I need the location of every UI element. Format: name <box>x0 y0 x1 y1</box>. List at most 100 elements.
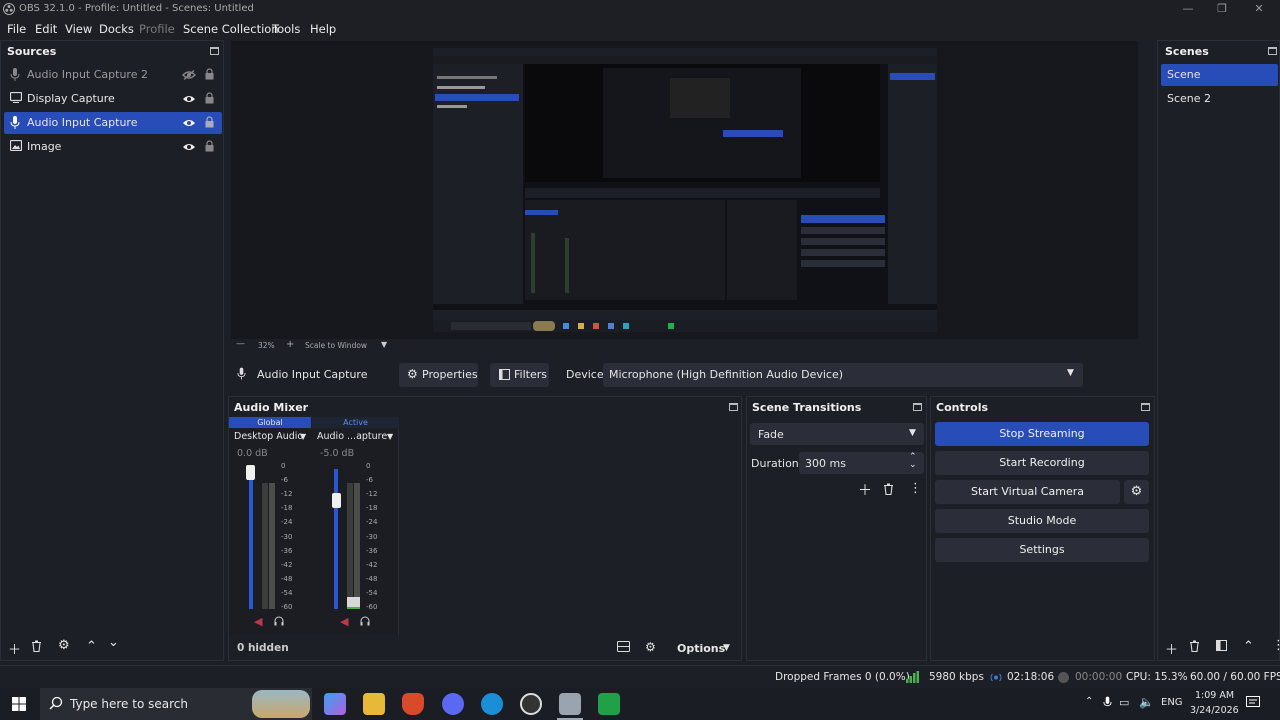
tray-chevron-icon[interactable]: ⌃ <box>1085 696 1093 707</box>
volume-icon[interactable]: 🔈 <box>1139 695 1154 709</box>
eye-icon[interactable] <box>182 94 196 104</box>
source-item[interactable]: Audio Input Capture <box>4 112 222 134</box>
edge-browser-icon[interactable] <box>481 693 503 715</box>
more-icon[interactable]: ⋮ <box>909 481 922 496</box>
menu-scene-collection[interactable]: Scene Collection <box>183 22 279 36</box>
language-indicator[interactable]: ENG <box>1161 697 1183 708</box>
maximize-icon[interactable]: ❐ <box>1212 2 1232 15</box>
chevron-down-icon[interactable]: ▼ <box>381 340 387 349</box>
start-recording-button[interactable]: Start Recording <box>935 451 1149 475</box>
chevron-down-icon[interactable]: ▼ <box>300 432 306 441</box>
notifications-icon[interactable] <box>1246 696 1260 709</box>
scene-item[interactable]: Scene 2 <box>1161 88 1278 110</box>
db-scale: 0 -6 -12 -18 -24 -30 -36 -42 -48 -54 -60 <box>281 462 297 612</box>
taskbar-search[interactable]: Type here to search <box>40 688 312 720</box>
undock-icon[interactable] <box>1141 403 1150 411</box>
settings-button[interactable]: Settings <box>935 538 1149 562</box>
copilot-icon[interactable] <box>324 693 346 715</box>
source-item[interactable]: Image <box>4 136 222 158</box>
move-up-icon[interactable]: ⌃ <box>1243 639 1254 654</box>
stop-streaming-button[interactable]: Stop Streaming <box>935 422 1149 446</box>
tab-global[interactable]: Global <box>229 417 311 428</box>
minimize-icon[interactable]: — <box>1178 2 1198 15</box>
trash-icon[interactable] <box>31 640 42 652</box>
volume-fader-track[interactable] <box>334 469 338 609</box>
menu-help[interactable]: Help <box>310 22 336 36</box>
menu-view[interactable]: View <box>65 22 92 36</box>
move-up-icon[interactable]: ⌃ <box>86 639 97 654</box>
windows-start-icon[interactable] <box>12 697 26 711</box>
layout-toggle-icon[interactable] <box>617 641 630 652</box>
speaker-muted-icon[interactable]: ◀ <box>254 615 262 628</box>
filters-button[interactable]: Filters <box>490 363 549 387</box>
transition-select[interactable]: Fade ▼ <box>750 423 924 445</box>
volume-fader-handle[interactable] <box>246 465 255 480</box>
undock-icon[interactable] <box>210 47 219 55</box>
decrement-icon[interactable]: ⌄ <box>909 460 917 470</box>
lock-icon[interactable] <box>205 140 214 152</box>
virtual-camera-settings-icon[interactable]: ⚙ <box>1124 480 1149 504</box>
menu-profile[interactable]: Profile <box>139 22 175 36</box>
network-icon[interactable]: ▭ <box>1119 696 1129 709</box>
db-scale-tick: -60 <box>366 603 378 611</box>
chevron-down-icon[interactable]: ▼ <box>723 643 730 653</box>
clock-date[interactable]: 3/24/2026 <box>1190 705 1239 716</box>
scene-filter-icon[interactable] <box>1216 640 1227 651</box>
scene-label: Scene 2 <box>1167 92 1212 105</box>
menu-edit[interactable]: Edit <box>35 22 57 36</box>
brave-browser-icon[interactable] <box>402 693 424 715</box>
volume-fader-track[interactable] <box>249 469 253 609</box>
start-virtual-camera-button[interactable]: Start Virtual Camera <box>935 480 1120 504</box>
green-app-icon[interactable] <box>598 693 620 715</box>
move-down-icon[interactable]: ⌄ <box>108 635 119 650</box>
zoom-in-icon[interactable]: + <box>286 339 294 350</box>
scene-item-selected[interactable]: Scene <box>1161 64 1278 86</box>
gear-icon[interactable]: ⚙ <box>58 638 70 653</box>
clock-time[interactable]: 1:09 AM <box>1195 690 1234 701</box>
preview-canvas[interactable] <box>433 48 937 332</box>
eye-hidden-icon[interactable] <box>182 70 196 80</box>
chrome-profile-icon[interactable] <box>442 693 464 715</box>
menu-tools[interactable]: Tools <box>272 22 300 36</box>
headphones-icon[interactable] <box>274 616 284 626</box>
lock-icon[interactable] <box>205 92 214 104</box>
volume-fader-handle[interactable] <box>332 493 341 508</box>
speaker-muted-icon[interactable]: ◀ <box>340 615 348 628</box>
trash-icon[interactable] <box>883 483 894 495</box>
source-item[interactable]: Audio Input Capture 2 <box>4 64 222 86</box>
menu-file[interactable]: File <box>7 22 26 36</box>
lock-icon[interactable] <box>205 116 214 128</box>
properties-button[interactable]: ⚙ Properties <box>399 363 478 387</box>
app-window-icon[interactable] <box>559 693 581 715</box>
headphones-icon[interactable] <box>360 616 370 626</box>
db-scale-tick: -48 <box>366 574 378 583</box>
close-icon[interactable]: ✕ <box>1249 2 1269 15</box>
channel-name[interactable]: Desktop Audio <box>234 431 303 442</box>
advanced-audio-icon[interactable]: ⚙ <box>645 640 656 654</box>
source-item[interactable]: Display Capture <box>4 88 222 110</box>
undock-icon[interactable] <box>913 403 922 411</box>
zoom-out-icon[interactable]: — <box>236 339 245 349</box>
tray-microphone-icon[interactable] <box>1103 696 1112 709</box>
add-transition-icon[interactable]: ＋ <box>858 480 872 500</box>
add-scene-icon[interactable]: ＋ <box>1165 639 1178 658</box>
chevron-down-icon[interactable]: ▼ <box>387 432 393 441</box>
channel-name[interactable]: Audio ...apture <box>317 431 387 442</box>
eye-icon[interactable] <box>182 118 196 128</box>
obs-taskbar-icon[interactable] <box>520 693 542 715</box>
studio-mode-button[interactable]: Studio Mode <box>935 509 1149 533</box>
lock-icon[interactable] <box>205 68 214 80</box>
device-select[interactable]: Microphone (High Definition Audio Device… <box>603 363 1083 387</box>
options-button[interactable]: Options <box>677 642 725 655</box>
undock-icon[interactable] <box>729 403 738 411</box>
tab-active[interactable]: Active <box>312 417 399 428</box>
scale-mode[interactable]: Scale to Window <box>305 341 367 350</box>
eye-icon[interactable] <box>182 142 196 152</box>
menu-docks[interactable]: Docks <box>99 22 134 36</box>
duration-spinbox[interactable]: 300 ms ⌃ ⌄ <box>799 452 924 474</box>
file-explorer-icon[interactable] <box>363 693 385 715</box>
more-icon[interactable]: ⋮ <box>1272 638 1280 653</box>
trash-icon[interactable] <box>1189 640 1200 652</box>
undock-icon[interactable] <box>1268 47 1277 55</box>
add-source-icon[interactable]: ＋ <box>8 639 21 658</box>
